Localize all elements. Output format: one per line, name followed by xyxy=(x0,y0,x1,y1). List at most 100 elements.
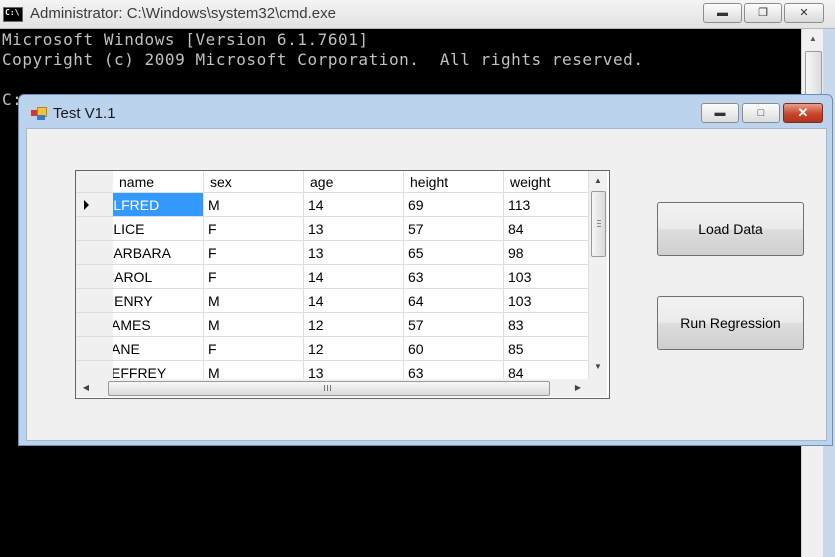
row-pointer-icon xyxy=(84,200,89,210)
row-header[interactable] xyxy=(76,193,113,217)
run-regression-button[interactable]: Run Regression xyxy=(657,296,804,350)
cell-age[interactable]: 13 xyxy=(304,217,404,241)
cell-name[interactable]: CAROL xyxy=(113,265,204,289)
cell-sex[interactable]: M xyxy=(204,361,304,379)
table-row[interactable]: ALFREDM1469113 xyxy=(113,193,589,217)
table-row[interactable]: HENRYM1464103 xyxy=(113,289,589,313)
row-header[interactable] xyxy=(76,289,113,313)
cell-sex[interactable]: F xyxy=(204,241,304,265)
close-icon: ✕ xyxy=(797,105,809,120)
cell-sex[interactable]: M xyxy=(204,289,304,313)
row-header[interactable] xyxy=(76,241,113,265)
cell-age[interactable]: 13 xyxy=(304,361,404,379)
column-header-sex[interactable]: sex xyxy=(204,171,304,193)
scroll-down-arrow-icon[interactable]: ▼ xyxy=(589,359,607,375)
cell-weight[interactable]: 113 xyxy=(504,193,589,217)
grid-vscroll-thumb[interactable] xyxy=(591,191,606,257)
load-data-button[interactable]: Load Data xyxy=(657,202,804,256)
cell-sex[interactable]: F xyxy=(204,265,304,289)
table-row[interactable]: JAMESM125783 xyxy=(113,313,589,337)
cell-sex[interactable]: M xyxy=(204,193,304,217)
cmd-restore-button[interactable]: ❐ xyxy=(744,3,782,23)
cell-age[interactable]: 14 xyxy=(304,193,404,217)
test-form-window: Test V1.1 ▬ □ ✕ namesexageheightweight A… xyxy=(18,94,833,446)
cell-age[interactable]: 14 xyxy=(304,289,404,313)
row-header-corner xyxy=(76,171,113,193)
cell-height[interactable]: 63 xyxy=(404,265,504,289)
grid-vertical-scrollbar[interactable]: ▲ ▼ xyxy=(589,171,607,379)
cmd-titlebar[interactable]: Administrator: C:\Windows\system32\cmd.e… xyxy=(0,0,835,29)
cell-height[interactable]: 60 xyxy=(404,337,504,361)
cell-sex[interactable]: F xyxy=(204,337,304,361)
form-titlebar[interactable]: Test V1.1 ▬ □ ✕ xyxy=(19,95,832,129)
cell-age[interactable]: 12 xyxy=(304,337,404,361)
cell-age[interactable]: 14 xyxy=(304,265,404,289)
cell-weight[interactable]: 103 xyxy=(504,289,589,313)
form-close-button[interactable]: ✕ xyxy=(783,103,823,123)
form-client-area: namesexageheightweight ALFREDM1469113ALI… xyxy=(26,128,827,441)
cell-name[interactable]: ALICE xyxy=(113,217,204,241)
form-app-icon xyxy=(31,107,47,120)
scroll-left-arrow-icon[interactable]: ◀ xyxy=(78,379,94,397)
cell-weight[interactable]: 83 xyxy=(504,313,589,337)
grid-hscroll-thumb[interactable] xyxy=(108,381,550,396)
scroll-up-arrow-icon[interactable]: ▲ xyxy=(589,173,607,189)
table-row[interactable]: BARBARAF136598 xyxy=(113,241,589,265)
table-row[interactable]: ALICEF135784 xyxy=(113,217,589,241)
cmd-minimize-button[interactable]: ▬ xyxy=(703,3,742,23)
cmd-line: Microsoft Windows [Version 6.1.7601] xyxy=(2,30,369,49)
grid-horizontal-scrollbar[interactable]: ◀ ▶ xyxy=(76,379,589,397)
cell-name[interactable]: JAMES xyxy=(113,313,204,337)
cell-weight[interactable]: 85 xyxy=(504,337,589,361)
form-minimize-button[interactable]: ▬ xyxy=(701,103,739,123)
restore-icon: ❐ xyxy=(758,7,768,19)
column-header-height[interactable]: height xyxy=(404,171,504,193)
cell-name[interactable]: HENRY xyxy=(113,289,204,313)
cell-age[interactable]: 12 xyxy=(304,313,404,337)
row-header[interactable] xyxy=(76,217,113,241)
cmd-close-button[interactable]: ✕ xyxy=(784,3,824,23)
minimize-icon: ▬ xyxy=(717,7,728,19)
cell-name[interactable]: JEFFREY xyxy=(113,361,204,379)
data-grid[interactable]: namesexageheightweight ALFREDM1469113ALI… xyxy=(75,170,610,399)
cell-weight[interactable]: 103 xyxy=(504,265,589,289)
cell-age[interactable]: 13 xyxy=(304,241,404,265)
table-row[interactable]: CAROLF1463103 xyxy=(113,265,589,289)
scrollbar-corner xyxy=(589,379,607,397)
cell-height[interactable]: 69 xyxy=(404,193,504,217)
row-header[interactable] xyxy=(76,265,113,289)
cell-weight[interactable]: 84 xyxy=(504,217,589,241)
minimize-icon: ▬ xyxy=(714,107,726,119)
close-icon: ✕ xyxy=(799,7,809,19)
maximize-icon: □ xyxy=(757,107,765,119)
cell-name[interactable]: BARBARA xyxy=(113,241,204,265)
column-header-name[interactable]: name xyxy=(113,171,204,193)
cmd-window-title: Administrator: C:\Windows\system32\cmd.e… xyxy=(30,5,336,22)
cell-height[interactable]: 63 xyxy=(404,361,504,379)
row-header[interactable] xyxy=(76,313,113,337)
table-row[interactable]: JANEF126085 xyxy=(113,337,589,361)
cell-sex[interactable]: F xyxy=(204,217,304,241)
column-header-age[interactable]: age xyxy=(304,171,404,193)
form-window-title: Test V1.1 xyxy=(53,105,116,122)
cmd-scrollbar-thumb[interactable] xyxy=(805,51,822,95)
scroll-up-arrow-icon[interactable]: ▲ xyxy=(802,31,824,47)
column-header-weight[interactable]: weight xyxy=(504,171,589,193)
cmd-app-icon xyxy=(3,7,23,22)
scroll-right-arrow-icon[interactable]: ▶ xyxy=(570,379,586,397)
cell-name[interactable]: ALFRED xyxy=(113,193,204,217)
cell-height[interactable]: 65 xyxy=(404,241,504,265)
cell-sex[interactable]: M xyxy=(204,313,304,337)
row-header[interactable] xyxy=(76,337,113,361)
cmd-line: Copyright (c) 2009 Microsoft Corporation… xyxy=(2,50,644,69)
cell-height[interactable]: 57 xyxy=(404,217,504,241)
row-header-column xyxy=(76,171,114,385)
cell-name[interactable]: JANE xyxy=(113,337,204,361)
table-row[interactable]: JEFFREYM136384 xyxy=(113,361,589,379)
cell-weight[interactable]: 84 xyxy=(504,361,589,379)
form-maximize-button[interactable]: □ xyxy=(742,103,780,123)
cell-height[interactable]: 57 xyxy=(404,313,504,337)
grid-cells: namesexageheightweight ALFREDM1469113ALI… xyxy=(113,171,589,379)
cell-height[interactable]: 64 xyxy=(404,289,504,313)
cell-weight[interactable]: 98 xyxy=(504,241,589,265)
